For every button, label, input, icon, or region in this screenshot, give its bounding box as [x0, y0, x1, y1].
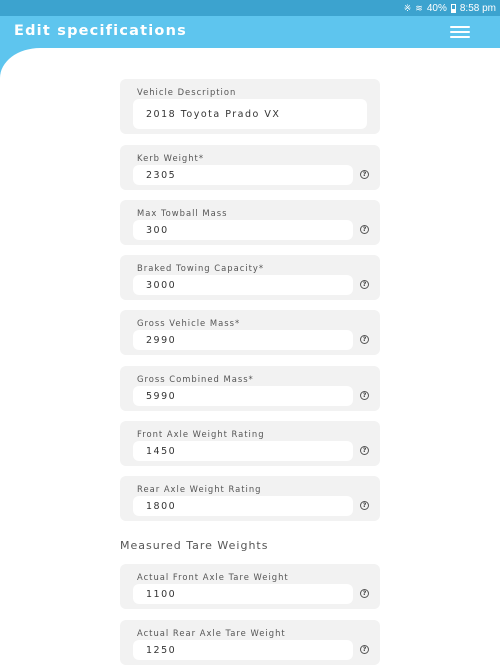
actual-front-axle-tare-weight-card: Actual Front Axle Tare Weight 1100 ?	[120, 564, 380, 609]
actual-rear-axle-tare-weight-label: Actual Rear Axle Tare Weight	[137, 628, 286, 638]
gross-vehicle-mass-input[interactable]: 2990	[133, 330, 353, 350]
actual-front-axle-tare-weight-input[interactable]: 1100	[133, 584, 353, 604]
header-curve	[0, 48, 500, 78]
help-icon[interactable]: ?	[360, 645, 369, 654]
measured-tare-weights-heading: Measured Tare Weights	[120, 539, 269, 552]
battery-percent: 40%	[426, 2, 447, 14]
help-icon[interactable]: ?	[360, 446, 369, 455]
braked-towing-capacity-input[interactable]: 3000	[133, 275, 353, 295]
vehicle-description-label: Vehicle Description	[137, 87, 237, 97]
actual-front-axle-tare-weight-label: Actual Front Axle Tare Weight	[137, 572, 289, 582]
braked-towing-capacity-label: Braked Towing Capacity*	[137, 263, 265, 273]
gross-vehicle-mass-label: Gross Vehicle Mass*	[137, 318, 241, 328]
actual-rear-axle-tare-weight-input[interactable]: 1250	[133, 640, 353, 660]
kerb-weight-card: Kerb Weight* 2305 ?	[120, 145, 380, 190]
bluetooth-icon: ※	[403, 2, 412, 13]
front-axle-weight-rating-card: Front Axle Weight Rating 1450 ?	[120, 421, 380, 466]
max-towball-mass-input[interactable]: 300	[133, 220, 353, 240]
gross-vehicle-mass-card: Gross Vehicle Mass* 2990 ?	[120, 310, 380, 355]
rear-axle-weight-rating-card: Rear Axle Weight Rating 1800 ?	[120, 476, 380, 521]
help-icon[interactable]: ?	[360, 335, 369, 344]
help-icon[interactable]: ?	[360, 225, 369, 234]
help-icon[interactable]: ?	[360, 170, 369, 179]
gross-combined-mass-input[interactable]: 5990	[133, 386, 353, 406]
front-axle-weight-rating-input[interactable]: 1450	[133, 441, 353, 461]
hamburger-menu-icon[interactable]	[450, 24, 470, 40]
vehicle-description-card: Vehicle Description 2018 Toyota Prado VX	[120, 79, 380, 134]
help-icon[interactable]: ?	[360, 501, 369, 510]
wifi-icon: ≋	[415, 2, 423, 13]
max-towball-mass-label: Max Towball Mass	[137, 208, 228, 218]
gross-combined-mass-label: Gross Combined Mass*	[137, 374, 254, 384]
kerb-weight-label: Kerb Weight*	[137, 153, 205, 163]
vehicle-description-input[interactable]: 2018 Toyota Prado VX	[133, 99, 367, 129]
gross-combined-mass-card: Gross Combined Mass* 5990 ?	[120, 366, 380, 411]
actual-rear-axle-tare-weight-card: Actual Rear Axle Tare Weight 1250 ?	[120, 620, 380, 665]
front-axle-weight-rating-label: Front Axle Weight Rating	[137, 429, 265, 439]
help-icon[interactable]: ?	[360, 391, 369, 400]
status-bar: ※ ≋ 40% 8:58 pm	[0, 0, 500, 16]
rear-axle-weight-rating-input[interactable]: 1800	[133, 496, 353, 516]
max-towball-mass-card: Max Towball Mass 300 ?	[120, 200, 380, 245]
kerb-weight-input[interactable]: 2305	[133, 165, 353, 185]
help-icon[interactable]: ?	[360, 589, 369, 598]
battery-icon	[450, 3, 456, 13]
rear-axle-weight-rating-label: Rear Axle Weight Rating	[137, 484, 262, 494]
page-title: Edit specifications	[14, 23, 187, 39]
status-time: 8:58 pm	[459, 2, 496, 14]
help-icon[interactable]: ?	[360, 280, 369, 289]
braked-towing-capacity-card: Braked Towing Capacity* 3000 ?	[120, 255, 380, 300]
